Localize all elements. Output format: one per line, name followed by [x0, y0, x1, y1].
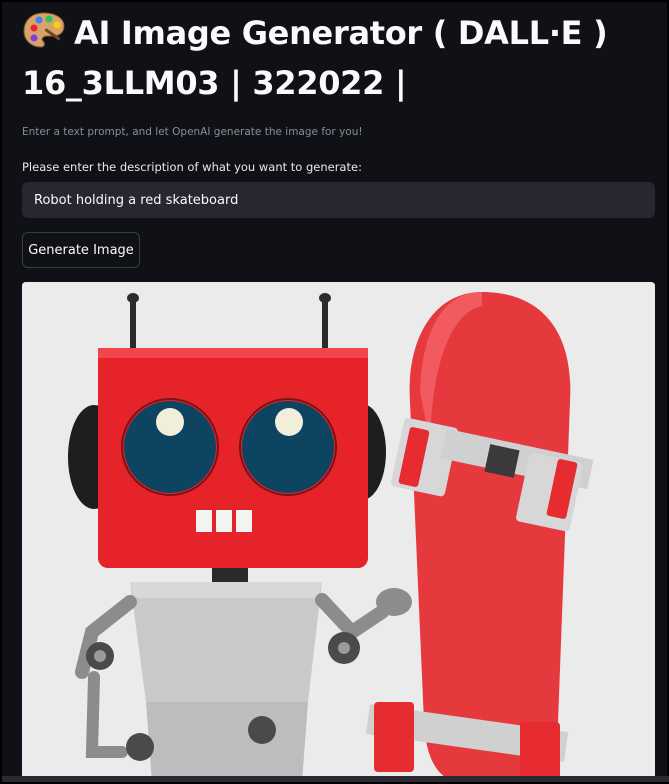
robot-skateboard-illustration: [22, 282, 655, 782]
generated-image: [22, 282, 655, 782]
prompt-input-value: Robot holding a red skateboard: [34, 192, 239, 208]
prompt-label: Please enter the description of what you…: [22, 160, 362, 174]
title-line-2: 16_3LLM03 | 322022 |: [22, 64, 407, 102]
page-title: AI Image Generator ( DALL·E ) 16_3LLM03 …: [22, 8, 662, 108]
bottom-divider: [2, 776, 669, 782]
prompt-input[interactable]: Robot holding a red skateboard: [22, 182, 655, 218]
generate-image-button-label: Generate Image: [28, 242, 134, 258]
generate-image-button[interactable]: Generate Image: [22, 232, 140, 268]
title-line-1: AI Image Generator ( DALL·E ): [22, 8, 662, 58]
title-text-line-1: AI Image Generator ( DALL·E ): [74, 14, 608, 52]
artist-palette-icon: [22, 10, 66, 50]
subtitle: Enter a text prompt, and let OpenAI gene…: [22, 126, 363, 138]
